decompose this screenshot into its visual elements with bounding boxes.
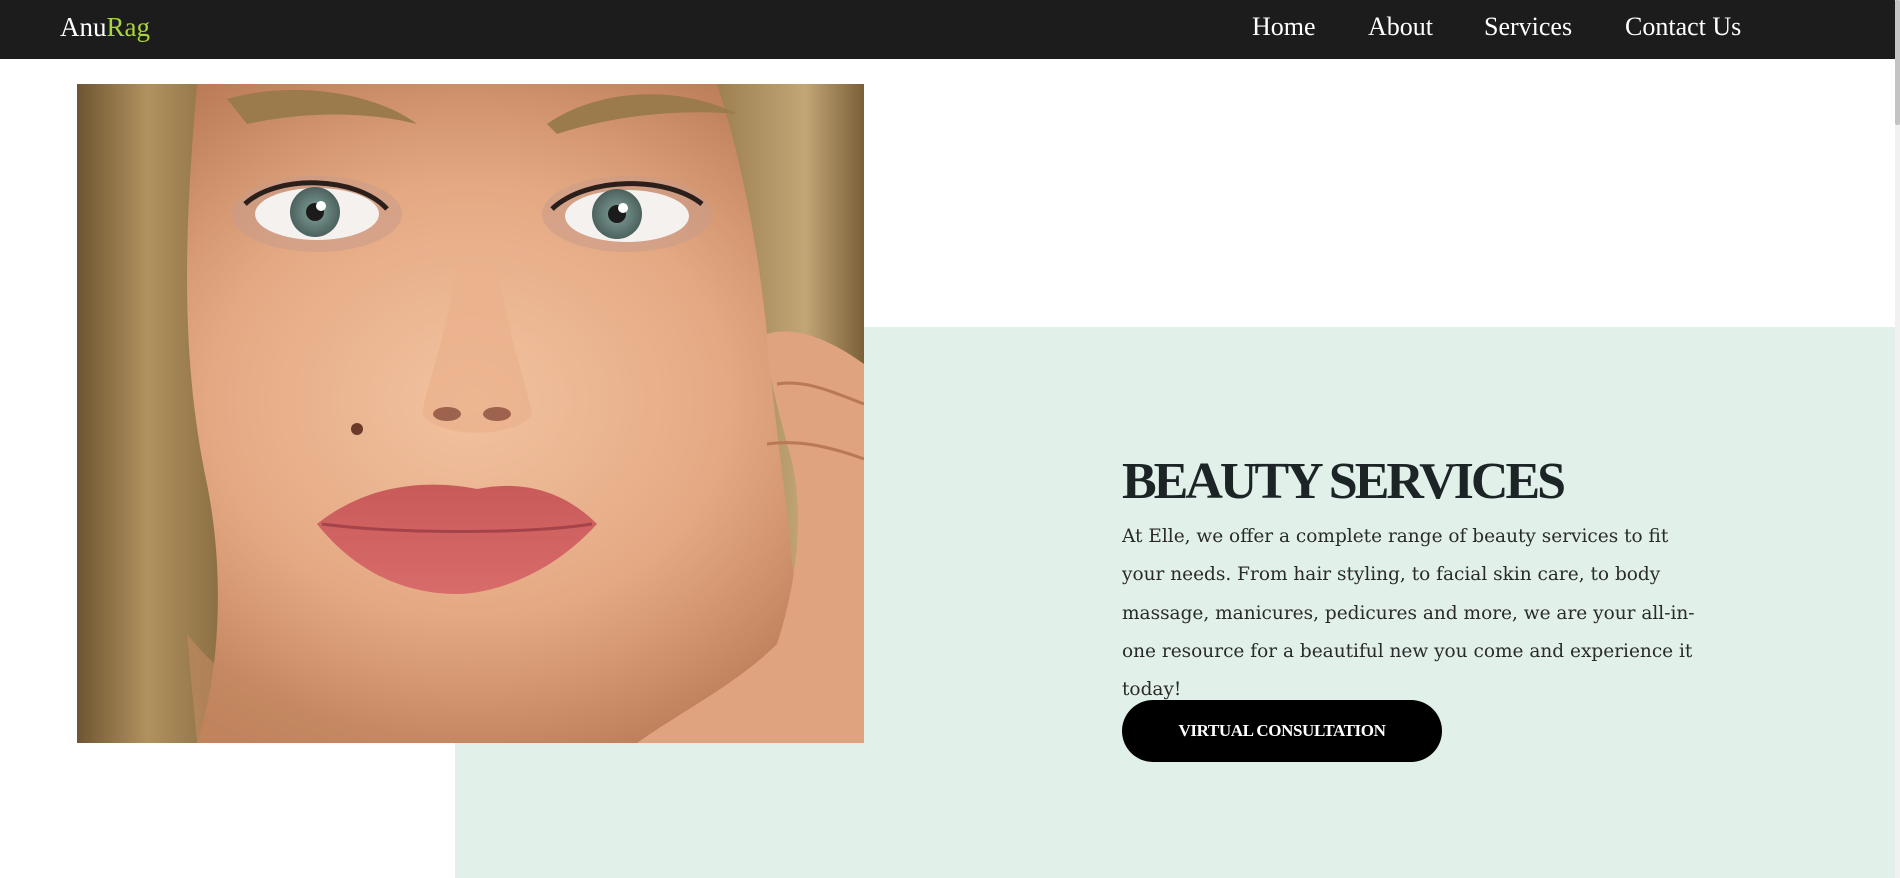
services-description: At Elle, we offer a complete range of be… bbox=[1122, 526, 1695, 701]
services-content: BEAUTY SERVICES At Elle, we offer a comp… bbox=[1122, 452, 1712, 762]
logo-text-accent: Rag bbox=[106, 12, 151, 42]
logo-text-main: Anu bbox=[60, 12, 107, 42]
nav-link-home[interactable]: Home bbox=[1252, 12, 1316, 42]
nav-link-services[interactable]: Services bbox=[1484, 12, 1572, 42]
section-heading: BEAUTY SERVICES bbox=[1122, 453, 1566, 510]
page-scrollbar[interactable] bbox=[1895, 0, 1900, 878]
top-navbar: AnuRag Home About Services Contact Us bbox=[0, 0, 1895, 59]
site-logo[interactable]: AnuRag bbox=[60, 12, 150, 43]
nav-link-about[interactable]: About bbox=[1368, 12, 1433, 42]
hero-portrait-image bbox=[77, 84, 864, 743]
virtual-consultation-button[interactable]: VIRTUAL CONSULTATION bbox=[1122, 700, 1442, 762]
scrollbar-thumb[interactable] bbox=[1895, 0, 1900, 125]
nav-link-contact-us[interactable]: Contact Us bbox=[1625, 12, 1741, 42]
